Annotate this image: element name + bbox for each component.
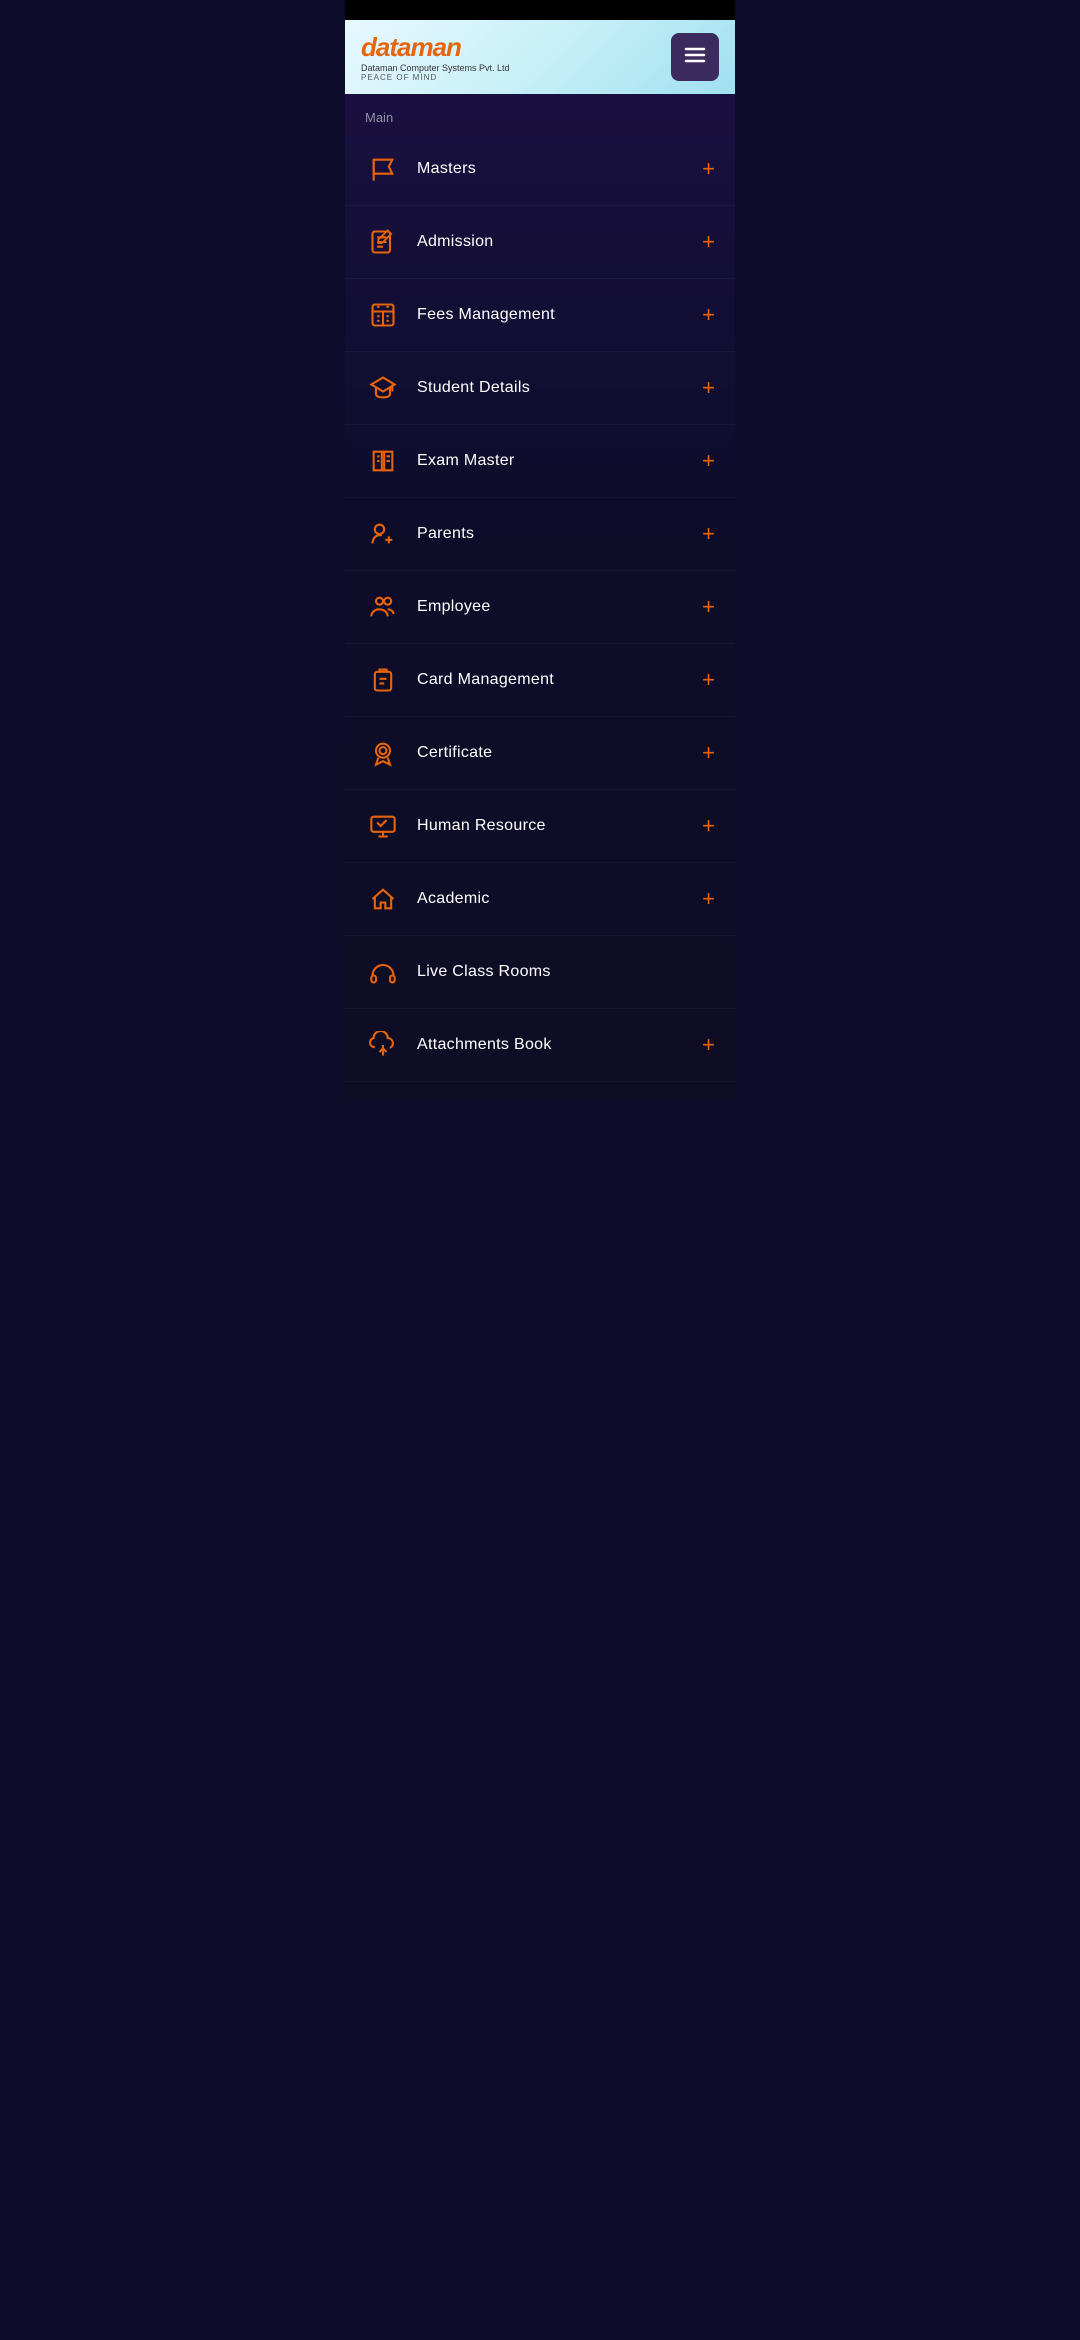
sidebar-item-parents[interactable]: Parents +	[345, 498, 735, 571]
admission-expand[interactable]: +	[702, 231, 715, 253]
sidebar-item-live-class-rooms[interactable]: Live Class Rooms	[345, 936, 735, 1009]
edit-icon	[365, 224, 401, 260]
exam-master-expand[interactable]: +	[702, 450, 715, 472]
card-management-label: Card Management	[417, 671, 554, 689]
fees-management-label: Fees Management	[417, 306, 555, 324]
hamburger-icon	[683, 43, 707, 71]
cloud-upload-icon	[365, 1027, 401, 1063]
live-class-rooms-label: Live Class Rooms	[417, 963, 551, 981]
clipboard-icon	[365, 662, 401, 698]
graduation-icon	[365, 370, 401, 406]
headphones-icon	[365, 954, 401, 990]
status-bar	[345, 0, 735, 20]
parents-label: Parents	[417, 525, 474, 543]
book-icon	[365, 443, 401, 479]
sidebar-item-student-details[interactable]: Student Details +	[345, 352, 735, 425]
student-details-expand[interactable]: +	[702, 377, 715, 399]
sidebar-item-certificate[interactable]: Certificate +	[345, 717, 735, 790]
academic-label: Academic	[417, 890, 490, 908]
human-resource-expand[interactable]: +	[702, 815, 715, 837]
badge-icon	[365, 735, 401, 771]
parents-expand[interactable]: +	[702, 523, 715, 545]
header: dataman Dataman Computer Systems Pvt. Lt…	[345, 20, 735, 94]
sidebar-item-attachments-book[interactable]: Attachments Book +	[345, 1009, 735, 1082]
certificate-label: Certificate	[417, 744, 492, 762]
academic-expand[interactable]: +	[702, 888, 715, 910]
person-add-icon	[365, 516, 401, 552]
admission-label: Admission	[417, 233, 494, 251]
sidebar-item-fees-management[interactable]: Fees Management +	[345, 279, 735, 352]
sidebar-item-academic[interactable]: Academic +	[345, 863, 735, 936]
sidebar-item-masters[interactable]: Masters +	[345, 133, 735, 206]
sidebar: Main Masters + Admission	[345, 94, 735, 1102]
logo: dataman Dataman Computer Systems Pvt. Lt…	[361, 32, 510, 82]
card-management-expand[interactable]: +	[702, 669, 715, 691]
sidebar-section-label: Main	[345, 94, 735, 133]
sidebar-item-card-management[interactable]: Card Management +	[345, 644, 735, 717]
employee-label: Employee	[417, 598, 491, 616]
attachments-book-expand[interactable]: +	[702, 1034, 715, 1056]
student-details-label: Student Details	[417, 379, 530, 397]
certificate-expand[interactable]: +	[702, 742, 715, 764]
flag-icon	[365, 151, 401, 187]
logo-main-text: dataman	[361, 32, 510, 63]
logo-tagline: PEACE OF MIND	[361, 73, 510, 82]
masters-expand[interactable]: +	[702, 158, 715, 180]
sidebar-item-exam-master[interactable]: Exam Master +	[345, 425, 735, 498]
calculator-icon	[365, 297, 401, 333]
human-resource-label: Human Resource	[417, 817, 546, 835]
monitor-icon	[365, 808, 401, 844]
people-icon	[365, 589, 401, 625]
sidebar-item-human-resource[interactable]: Human Resource +	[345, 790, 735, 863]
hamburger-menu-button[interactable]	[671, 33, 719, 81]
attachments-book-label: Attachments Book	[417, 1036, 552, 1054]
sidebar-item-admission[interactable]: Admission +	[345, 206, 735, 279]
employee-expand[interactable]: +	[702, 596, 715, 618]
logo-subtitle: Dataman Computer Systems Pvt. Ltd	[361, 63, 510, 73]
home-icon	[365, 881, 401, 917]
masters-label: Masters	[417, 160, 476, 178]
sidebar-item-employee[interactable]: Employee +	[345, 571, 735, 644]
exam-master-label: Exam Master	[417, 452, 515, 470]
fees-management-expand[interactable]: +	[702, 304, 715, 326]
